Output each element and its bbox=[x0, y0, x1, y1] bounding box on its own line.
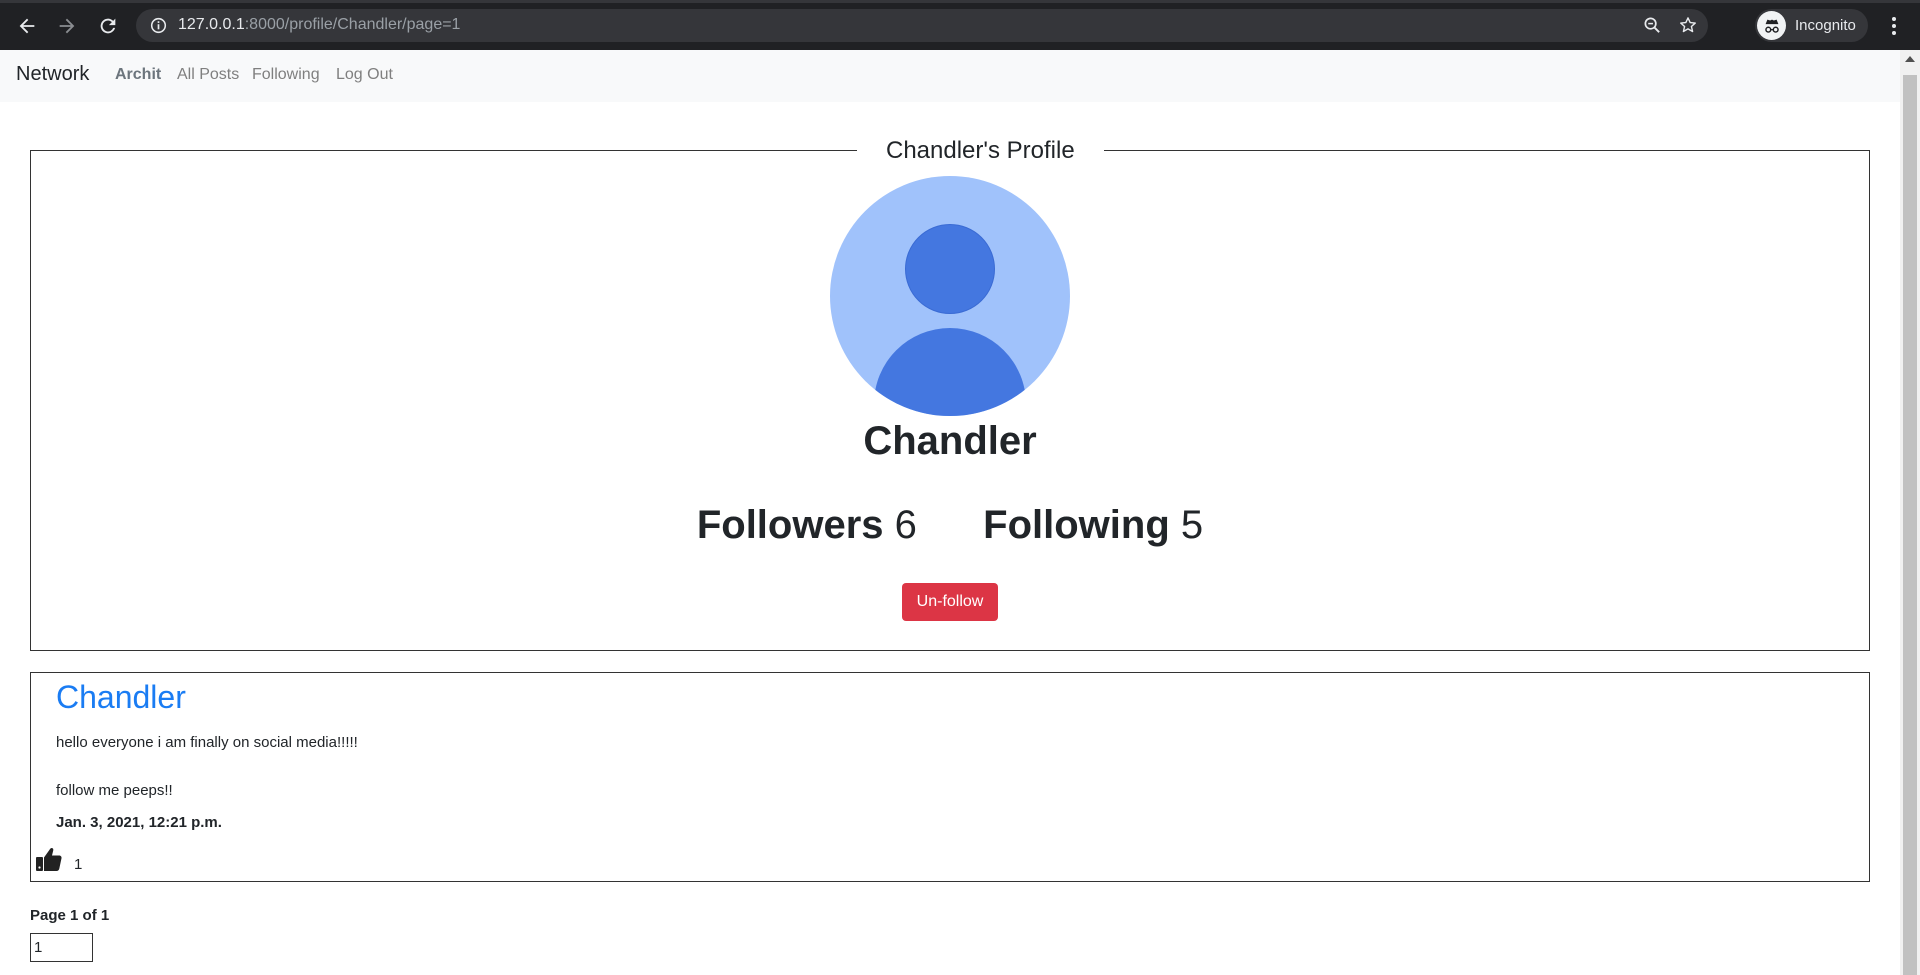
thumbs-up-icon[interactable] bbox=[35, 845, 63, 873]
scroll-up-arrow-icon[interactable] bbox=[1905, 56, 1915, 62]
following-count: 5 bbox=[1180, 503, 1204, 547]
post-line: hello everyone i am finally on social me… bbox=[56, 734, 358, 751]
reload-button[interactable] bbox=[94, 12, 122, 40]
address-bar[interactable]: 127.0.0.1:8000/profile/Chandler/page=1 bbox=[136, 9, 1708, 42]
followers-label: Followers bbox=[696, 503, 884, 547]
incognito-indicator[interactable]: Incognito bbox=[1755, 9, 1868, 42]
more-menu-icon[interactable] bbox=[1884, 14, 1904, 38]
scrollbar-thumb[interactable] bbox=[1903, 75, 1917, 975]
post-timestamp: Jan. 3, 2021, 12:21 p.m. bbox=[56, 814, 222, 831]
star-icon[interactable] bbox=[1678, 15, 1698, 35]
post-author-link[interactable]: Chandler bbox=[56, 679, 186, 716]
post-card: Chandler hello everyone i am finally on … bbox=[30, 672, 1870, 882]
nav-user-link[interactable]: Archit bbox=[115, 66, 161, 84]
page-viewport: Network Archit All Posts Following Log O… bbox=[0, 50, 1900, 975]
info-icon[interactable] bbox=[150, 17, 167, 34]
profile-legend: Chandler's Profile bbox=[857, 137, 1104, 165]
incognito-icon bbox=[1757, 11, 1786, 40]
url-path: :8000/profile/Chandler/page=1 bbox=[244, 16, 461, 33]
profile-name: Chandler bbox=[863, 419, 1037, 463]
nav-logout[interactable]: Log Out bbox=[336, 66, 393, 84]
brand-link[interactable]: Network bbox=[16, 63, 89, 86]
follow-stats: Followers 6 Following 5 bbox=[31, 503, 1869, 548]
arrow-left-icon bbox=[19, 18, 35, 34]
back-button[interactable] bbox=[13, 12, 41, 40]
url-host: 127.0.0.1 bbox=[178, 16, 245, 33]
post-line: follow me peeps!! bbox=[56, 782, 173, 799]
tab-strip bbox=[0, 0, 1920, 3]
profile-card: Chandler's Profile Chandler Followers 6 … bbox=[30, 137, 1870, 651]
nav-all-posts[interactable]: All Posts bbox=[177, 66, 239, 84]
reload-icon bbox=[100, 18, 116, 34]
nav-following[interactable]: Following bbox=[252, 66, 320, 84]
page-number-input[interactable] bbox=[30, 933, 93, 962]
site-navbar: Network Archit All Posts Following Log O… bbox=[0, 50, 1900, 102]
incognito-label: Incognito bbox=[1795, 17, 1856, 34]
post-body: hello everyone i am finally on social me… bbox=[56, 731, 358, 803]
followers-count: 6 bbox=[894, 503, 917, 547]
like-count: 1 bbox=[74, 856, 83, 873]
following-label: Following bbox=[983, 503, 1170, 547]
pagination-label: Page 1 of 1 bbox=[30, 907, 110, 924]
avatar-head bbox=[905, 224, 995, 314]
browser-toolbar: 127.0.0.1:8000/profile/Chandler/page=1 I… bbox=[0, 0, 1920, 50]
forward-button[interactable] bbox=[53, 12, 81, 40]
avatar-body bbox=[874, 328, 1026, 416]
avatar bbox=[830, 176, 1070, 416]
url-text[interactable]: 127.0.0.1:8000/profile/Chandler/page=1 bbox=[178, 16, 460, 34]
arrow-right-icon bbox=[59, 18, 75, 34]
vertical-scrollbar[interactable] bbox=[1900, 50, 1920, 975]
zoom-icon[interactable] bbox=[1643, 16, 1662, 35]
unfollow-button[interactable]: Un-follow bbox=[902, 583, 998, 621]
